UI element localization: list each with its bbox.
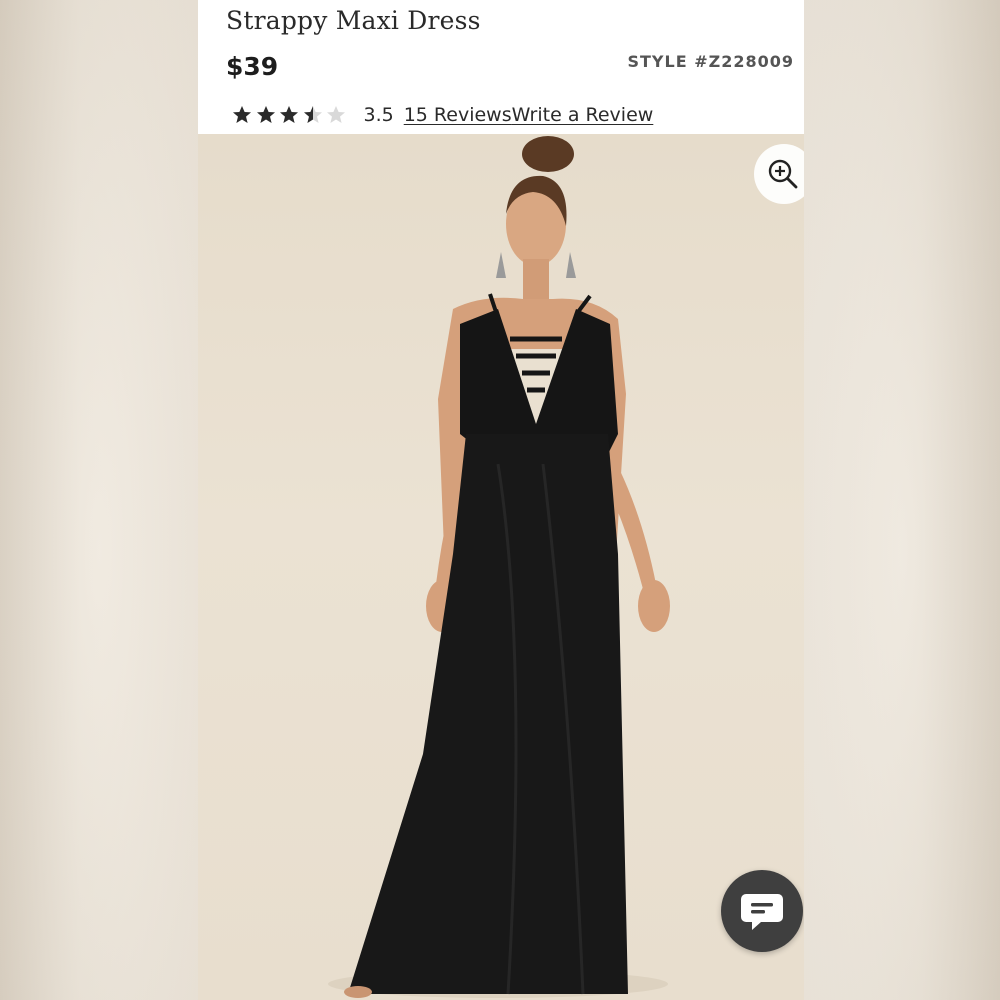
model-photo-illustration	[328, 136, 670, 998]
chat-button[interactable]	[721, 870, 803, 952]
blurred-background-right	[804, 0, 1000, 1000]
style-number: STYLE #Z228009	[627, 52, 794, 71]
reviews-link[interactable]: 15 Reviews	[404, 104, 512, 126]
product-card: Strappy Maxi Dress $39 STYLE #Z228009 3.…	[198, 0, 804, 1000]
rating-value: 3.5	[363, 104, 394, 126]
blurred-background-left	[0, 0, 198, 1000]
product-title: Strappy Maxi Dress	[226, 6, 481, 35]
star-icon	[303, 106, 322, 123]
zoom-in-icon	[768, 159, 798, 189]
product-image[interactable]	[198, 134, 804, 1000]
chat-bubble-icon	[741, 894, 783, 930]
star-rating	[232, 105, 350, 125]
write-review-link[interactable]: Write a Review	[512, 104, 654, 126]
product-price: $39	[226, 52, 279, 81]
star-icon	[233, 106, 251, 123]
star-icon	[280, 106, 298, 123]
star-icon	[256, 106, 275, 123]
star-icon	[327, 106, 345, 123]
rating-row: 3.5 15 Reviews Write a Review	[232, 100, 653, 130]
product-header: Strappy Maxi Dress $39 STYLE #Z228009 3.…	[198, 0, 804, 134]
